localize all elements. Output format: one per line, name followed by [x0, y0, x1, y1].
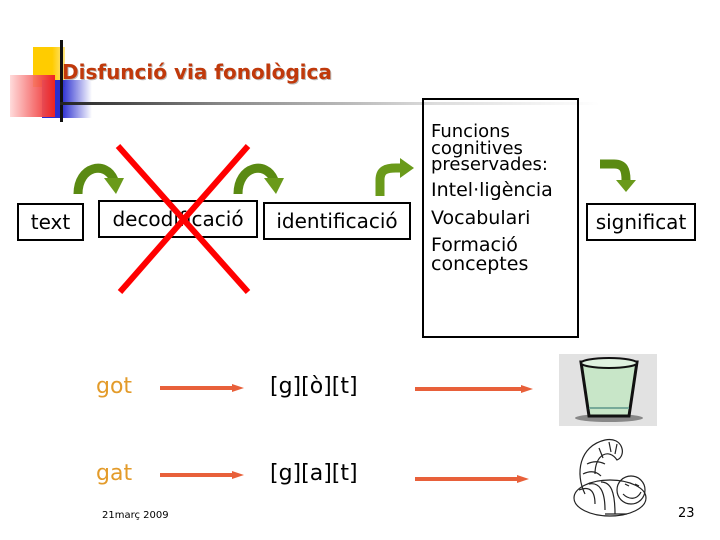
glass-image: [559, 354, 657, 426]
title-decoration-red: [10, 75, 55, 117]
meaning-box: significat: [586, 203, 696, 241]
page-number: 23: [678, 506, 695, 521]
example-arrow-icon: [415, 385, 533, 393]
cat-image: [573, 438, 647, 517]
cognitive-heading-3: preservades:: [431, 154, 548, 175]
turn-right-arrow-icon: [375, 158, 414, 196]
blocked-cross-icon: [115, 144, 251, 294]
example-arrow-icon: [415, 475, 529, 483]
example-phonemes-gat: [g][a][t]: [270, 461, 358, 486]
meaning-label: significat: [595, 210, 687, 234]
text-box: text: [17, 203, 84, 241]
example-phonemes-got: [g][ò][t]: [270, 374, 358, 399]
example-word-gat: gat: [96, 461, 133, 486]
text-label: text: [30, 210, 71, 234]
cognitive-item-vocabulary: Vocabulari: [431, 207, 531, 229]
slide-date: 21març 2009: [102, 510, 169, 521]
cognitive-functions-box: Funcions cognitives preservades: Intel·l…: [422, 98, 579, 338]
identification-box: identificació: [263, 202, 411, 240]
example-arrow-icon: [160, 384, 244, 392]
example-word-got: got: [96, 374, 133, 399]
identification-label: identificació: [276, 209, 398, 233]
turn-down-arrow-icon: [600, 159, 636, 192]
cognitive-item-concepts: conceptes: [431, 253, 529, 275]
slide-title: Disfunció via fonològica: [62, 60, 332, 84]
cognitive-item-concept-formation: Formació: [431, 234, 518, 256]
example-arrow-icon: [160, 471, 244, 479]
cognitive-item-intelligence: Intel·ligència: [431, 179, 553, 201]
